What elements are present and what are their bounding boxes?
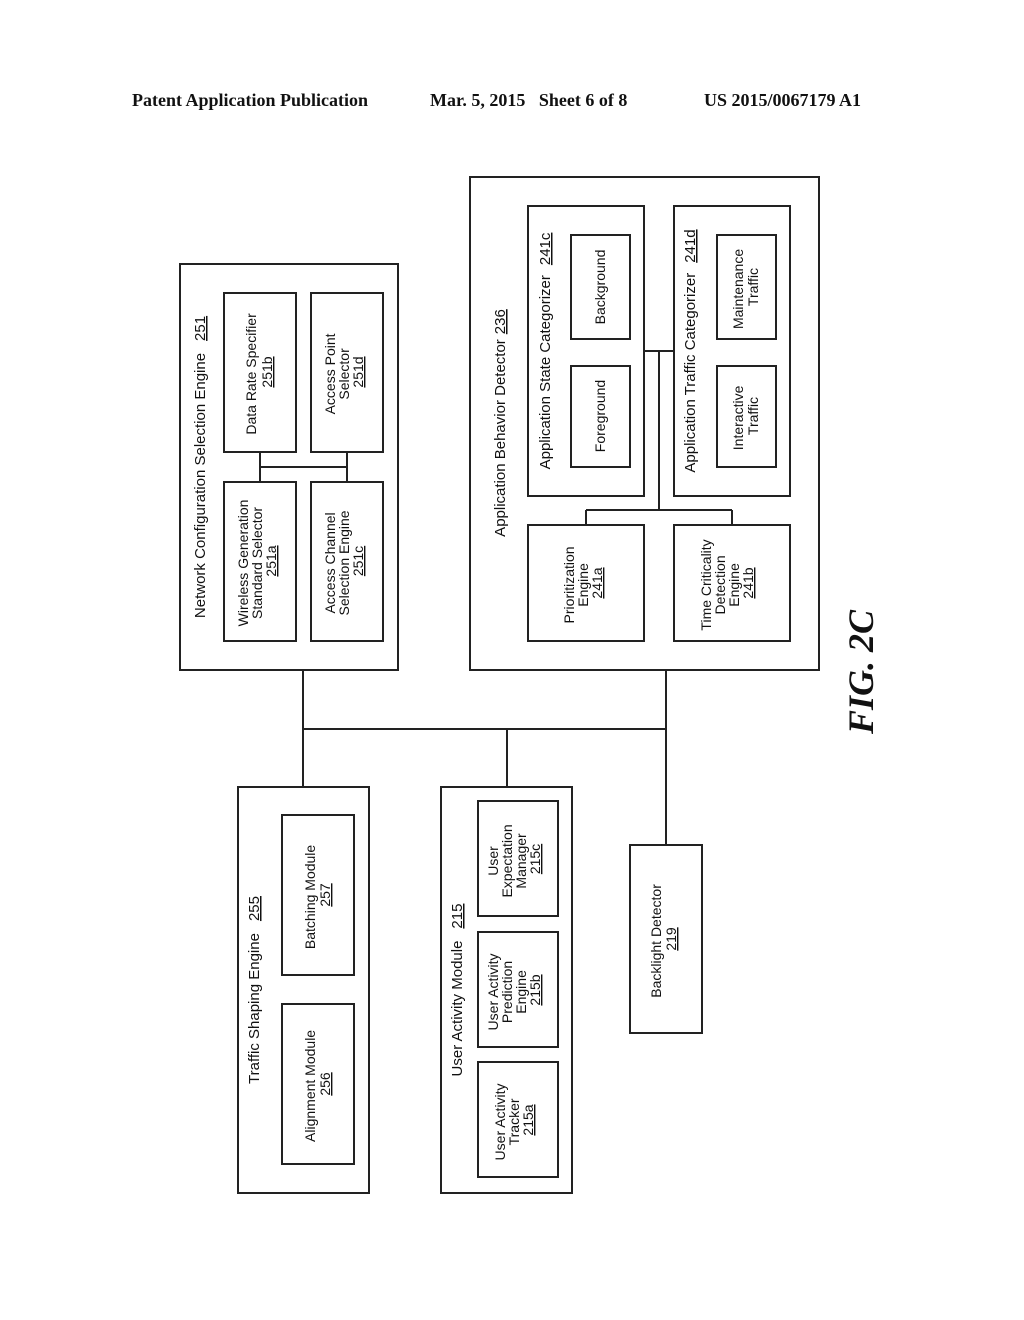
traffic-shaping-engine: Traffic Shaping Engine255 Alignment Modu… [237, 786, 370, 1194]
network-configuration-selection-engine: Network Configuration Selection Engine25… [179, 263, 399, 671]
uam-title: User Activity Module215 [449, 904, 466, 1077]
block-diagram: Network Configuration Selection Engine25… [179, 176, 881, 1194]
backlight-detector: Backlight Detector 219 [629, 844, 703, 1034]
background-label: Background [592, 250, 608, 325]
ncse-title: Network Configuration Selection Engine25… [192, 316, 209, 618]
user-activity-module: User Activity Module215 User Activity Tr… [440, 786, 573, 1194]
application-behavior-detector: Application Behavior Detector236 Applica… [469, 176, 820, 671]
abd-title: Application Behavior Detector236 [492, 309, 509, 537]
foreground-label: Foreground [592, 380, 608, 452]
figure-label: FIG. 2C [841, 609, 881, 735]
